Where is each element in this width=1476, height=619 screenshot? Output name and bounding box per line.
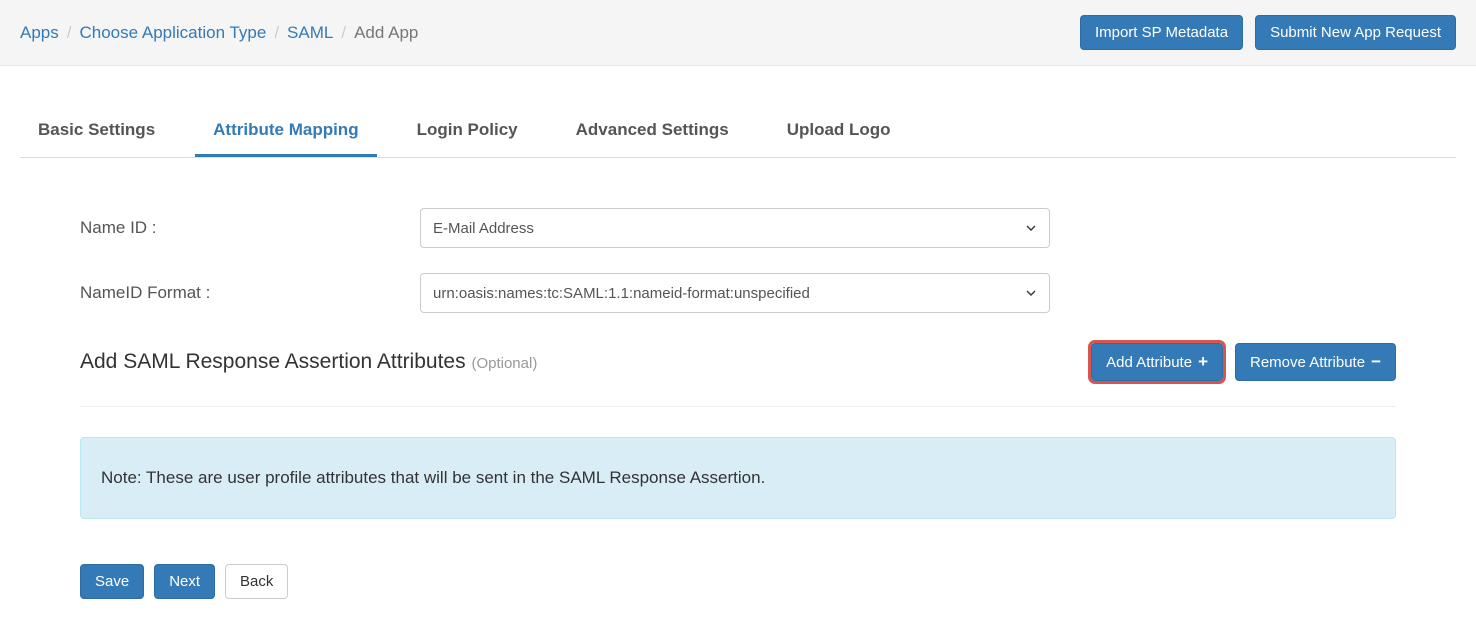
tabs: Basic Settings Attribute Mapping Login P… <box>20 106 1456 158</box>
tab-login-policy[interactable]: Login Policy <box>399 106 536 157</box>
minus-icon <box>1371 352 1381 372</box>
breadcrumb-sep: / <box>67 23 72 43</box>
nameid-format-select[interactable]: urn:oasis:names:tc:SAML:1.1:nameid-forma… <box>420 273 1050 313</box>
import-sp-metadata-button[interactable]: Import SP Metadata <box>1080 15 1243 50</box>
add-attribute-button[interactable]: Add Attribute <box>1091 343 1223 381</box>
form-area: Name ID : E-Mail Address NameID Format :… <box>20 158 1456 619</box>
note-text: Note: These are user profile attributes … <box>101 468 765 487</box>
footer-actions: Save Next Back <box>80 564 1396 599</box>
add-attribute-label: Add Attribute <box>1106 354 1192 371</box>
form-row-name-id: Name ID : E-Mail Address <box>80 208 1396 248</box>
section-title-text: Add SAML Response Assertion Attributes <box>80 350 466 373</box>
breadcrumb-sep: / <box>341 23 346 43</box>
name-id-label: Name ID : <box>80 218 420 238</box>
remove-attribute-label: Remove Attribute <box>1250 354 1365 371</box>
tab-upload-logo[interactable]: Upload Logo <box>769 106 909 157</box>
tab-attribute-mapping[interactable]: Attribute Mapping <box>195 106 376 157</box>
name-id-select[interactable]: E-Mail Address <box>420 208 1050 248</box>
next-button[interactable]: Next <box>154 564 215 599</box>
header-bar: Apps / Choose Application Type / SAML / … <box>0 0 1476 66</box>
header-actions: Import SP Metadata Submit New App Reques… <box>1080 15 1456 50</box>
breadcrumb: Apps / Choose Application Type / SAML / … <box>20 23 418 43</box>
section-actions: Add Attribute Remove Attribute <box>1091 343 1396 381</box>
breadcrumb-current: Add App <box>354 23 418 43</box>
breadcrumb-choose-type[interactable]: Choose Application Type <box>79 23 266 43</box>
back-button[interactable]: Back <box>225 564 288 599</box>
note-box: Note: These are user profile attributes … <box>80 437 1396 519</box>
submit-new-app-request-button[interactable]: Submit New App Request <box>1255 15 1456 50</box>
save-button[interactable]: Save <box>80 564 144 599</box>
breadcrumb-saml[interactable]: SAML <box>287 23 333 43</box>
section-header: Add SAML Response Assertion Attributes (… <box>80 343 1396 407</box>
tab-advanced-settings[interactable]: Advanced Settings <box>558 106 747 157</box>
remove-attribute-button[interactable]: Remove Attribute <box>1235 343 1396 381</box>
section-title: Add SAML Response Assertion Attributes (… <box>80 350 537 374</box>
section-title-optional: (Optional) <box>471 355 537 372</box>
breadcrumb-apps[interactable]: Apps <box>20 23 59 43</box>
nameid-format-label: NameID Format : <box>80 283 420 303</box>
plus-icon <box>1198 352 1208 372</box>
tab-basic-settings[interactable]: Basic Settings <box>20 106 173 157</box>
content: Basic Settings Attribute Mapping Login P… <box>0 106 1476 619</box>
form-row-nameid-format: NameID Format : urn:oasis:names:tc:SAML:… <box>80 273 1396 313</box>
breadcrumb-sep: / <box>274 23 279 43</box>
